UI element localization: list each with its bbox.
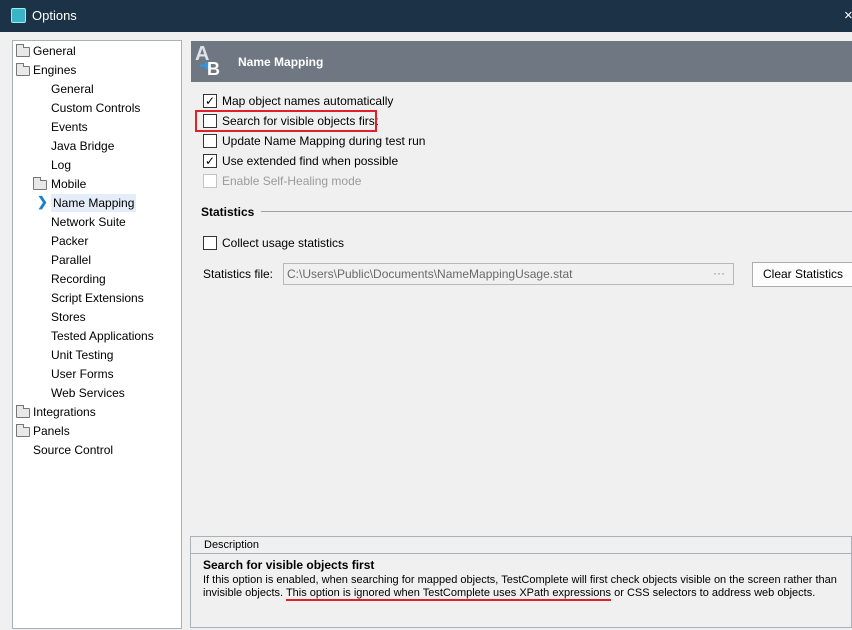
checkbox-label: Enable Self-Healing mode: [222, 174, 362, 188]
tree-item-label: Engines: [33, 63, 77, 77]
highlight-box: [195, 110, 377, 132]
tree-item[interactable]: Stores: [51, 308, 86, 326]
checkbox-label: Update Name Mapping during test run: [222, 134, 426, 148]
checkbox-box[interactable]: [203, 174, 217, 188]
checkbox-box[interactable]: [203, 134, 217, 148]
folder-icon: [16, 405, 30, 418]
tree-item[interactable]: Source Control: [33, 441, 113, 459]
divider: [261, 211, 852, 212]
description-text-part: or CSS selectors to address web objects.: [611, 587, 816, 599]
tree-item[interactable]: Panels: [16, 422, 70, 440]
tree-item-label: Log: [51, 158, 72, 172]
close-button[interactable]: ×: [844, 7, 852, 24]
app-icon: [11, 8, 26, 23]
statistics-file-value: C:\Users\Public\Documents\NameMappingUsa…: [287, 267, 573, 281]
tree-item[interactable]: Name Mapping: [51, 194, 137, 212]
checkbox-box[interactable]: ✓: [203, 94, 217, 108]
description-header: Description: [191, 537, 851, 554]
underlined-text: This option is ignored when TestComplete…: [285, 587, 612, 601]
tree-item[interactable]: Packer: [51, 232, 88, 250]
checkbox-label: Use extended find when possible: [222, 154, 399, 168]
description-panel: Description Search for visible objects f…: [190, 536, 852, 628]
tree-item[interactable]: General: [16, 42, 76, 60]
tree-item[interactable]: Parallel: [51, 251, 91, 269]
tree-item[interactable]: Recording: [51, 270, 106, 288]
tree-item-label: Mobile: [51, 177, 87, 191]
tree-item[interactable]: Events: [51, 118, 88, 136]
tree-item[interactable]: General: [51, 80, 94, 98]
tree-item[interactable]: Web Services: [51, 384, 125, 402]
tree-item[interactable]: Unit Testing: [51, 346, 113, 364]
checkbox-box[interactable]: [203, 236, 217, 250]
folder-icon: [16, 424, 30, 437]
clear-statistics-button[interactable]: Clear Statistics: [752, 262, 852, 287]
selected-arrow-icon: ❯: [37, 194, 48, 209]
tree-item-label: Events: [51, 120, 88, 134]
tree-item[interactable]: Script Extensions: [51, 289, 144, 307]
tree-item-label: Source Control: [33, 443, 114, 457]
tree-item-label: User Forms: [51, 367, 114, 381]
tree-item[interactable]: Network Suite: [51, 213, 126, 231]
tree-item[interactable]: Log: [51, 156, 71, 174]
tree-item-label: General: [33, 44, 76, 58]
tree-item[interactable]: Integrations: [16, 403, 96, 421]
checkbox-label: Map object names automatically: [222, 94, 394, 108]
checkbox-box[interactable]: ✓: [203, 154, 217, 168]
tree-item[interactable]: Tested Applications: [51, 327, 154, 345]
browse-button[interactable]: ···: [713, 266, 725, 280]
tree-item-label: Custom Controls: [51, 101, 141, 115]
tree-item-label: Tested Applications: [51, 329, 154, 343]
statistics-file-input[interactable]: C:\Users\Public\Documents\NameMappingUsa…: [283, 263, 734, 285]
tree-item[interactable]: Mobile: [33, 175, 87, 193]
tree-item[interactable]: Engines: [16, 61, 77, 79]
tree-item-label: Recording: [51, 272, 106, 286]
folder-icon: [16, 44, 30, 57]
description-text: If this option is enabled, when searchin…: [191, 572, 851, 602]
tree-item-label: Unit Testing: [51, 348, 114, 362]
window-title: Options: [32, 8, 77, 23]
page-header: A ➜ B Name Mapping: [191, 41, 852, 82]
tree-item-label: General: [51, 82, 94, 96]
statistics-file-label: Statistics file:: [203, 267, 274, 281]
tree-item-label: Integrations: [33, 405, 96, 419]
tree-item[interactable]: Custom Controls: [51, 99, 140, 117]
statistics-heading: Statistics: [201, 205, 255, 219]
tree-item-label: Name Mapping: [53, 196, 135, 210]
description-title: Search for visible objects first: [203, 558, 375, 572]
folder-icon: [33, 177, 47, 190]
tree-item-label: Packer: [51, 234, 89, 248]
tree-item-label: Web Services: [51, 386, 125, 400]
tree-item-label: Network Suite: [51, 215, 126, 229]
tree-item-label: Java Bridge: [51, 139, 115, 153]
tree-item[interactable]: Java Bridge: [51, 137, 114, 155]
tree-item-label: Script Extensions: [51, 291, 144, 305]
name-mapping-icon: A ➜ B: [195, 43, 220, 79]
tree-item-label: Stores: [51, 310, 86, 324]
folder-icon: [16, 63, 30, 76]
tree-item-label: Panels: [33, 424, 70, 438]
checkbox-label: Collect usage statistics: [222, 236, 345, 250]
title-bar: Options ×: [0, 0, 852, 32]
tree-item-label: Parallel: [51, 253, 92, 267]
page-title: Name Mapping: [238, 55, 324, 69]
options-tree[interactable]: General Engines General Custom Controls Even…: [12, 40, 182, 629]
tree-item[interactable]: User Forms: [51, 365, 114, 383]
